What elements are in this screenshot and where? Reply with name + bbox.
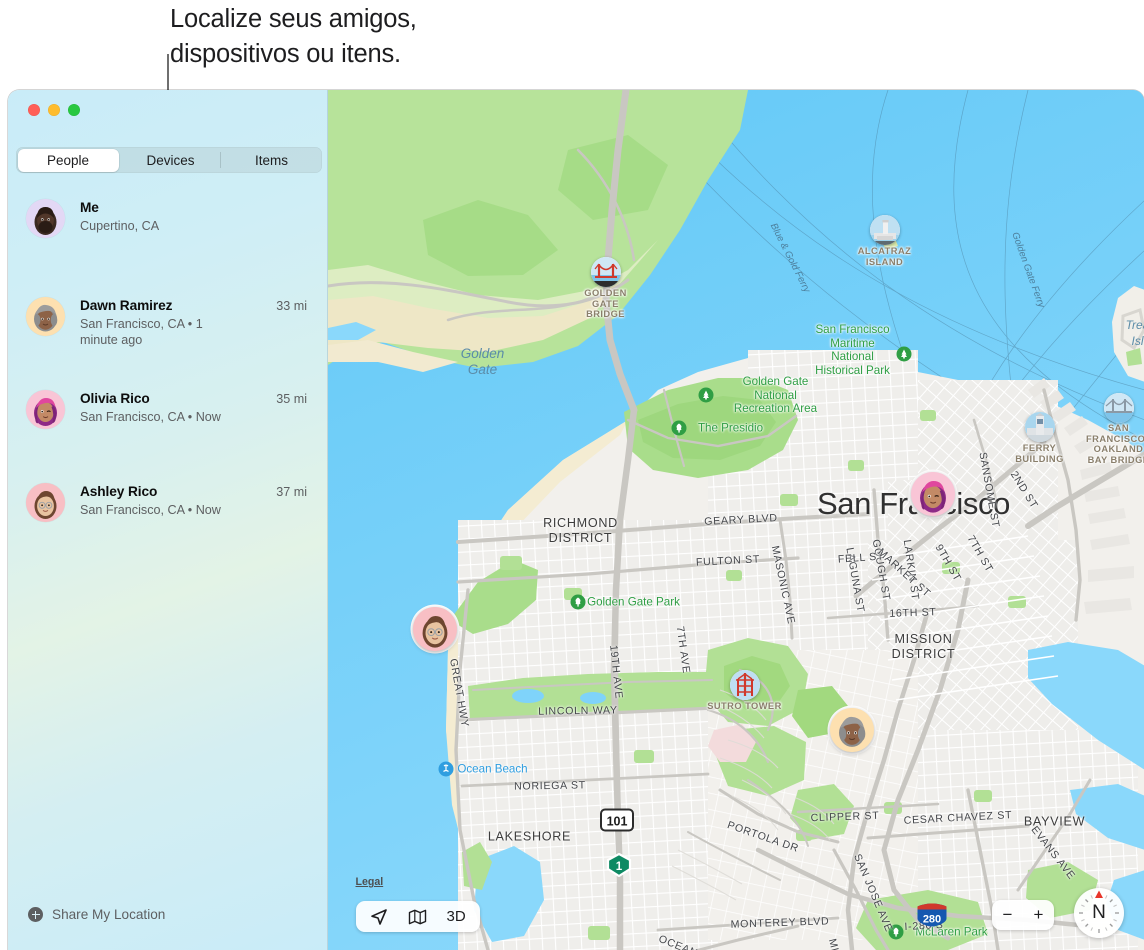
list-item[interactable]: Olivia Rico San Francisco, CA • Now 35 m…	[8, 380, 327, 456]
poi-bay-bridge[interactable]: SAN FRANCISCO– OAKLAND BAY BRIDGE	[1086, 393, 1144, 465]
avatar	[26, 199, 65, 238]
tab-items-label: Items	[254, 152, 288, 168]
map-canvas[interactable]: GOLDEN GATE BRIDGE ALCATRAZ ISLAND FERRY…	[327, 90, 1144, 950]
zoom-in-button[interactable]: +	[1034, 905, 1044, 925]
poi-ferry-building[interactable]: FERRY BUILDING	[1015, 412, 1063, 464]
avatar	[26, 483, 65, 522]
list-item[interactable]: Me Cupertino, CA	[8, 189, 327, 265]
compass-north-label: N	[1092, 902, 1106, 923]
navigation-arrow-icon[interactable]	[370, 908, 388, 926]
person-subtitle: Cupertino, CA	[80, 219, 160, 233]
minimize-button[interactable]	[48, 104, 60, 116]
find-my-window: People Devices Items Me Cupertino, CA Da…	[8, 90, 1144, 950]
legal-link[interactable]: Legal	[356, 876, 384, 888]
route-shield-i-280: 280	[915, 903, 948, 928]
zoom-button[interactable]	[68, 104, 80, 116]
person-subtitle: San Francisco, CA • Now	[80, 503, 221, 517]
person-distance: 37 mi	[276, 485, 307, 499]
golden-gate-bridge-icon	[590, 257, 621, 287]
three-d-toggle[interactable]: 3D	[447, 908, 466, 925]
plus-circle-icon	[28, 907, 43, 922]
avatar	[26, 297, 65, 336]
bay-bridge-icon	[1103, 393, 1134, 423]
poi-label: ALCATRAZ ISLAND	[857, 246, 912, 267]
window-traffic-lights	[28, 104, 80, 116]
tab-devices[interactable]: Devices	[120, 147, 221, 173]
close-button[interactable]	[28, 104, 40, 116]
poi-label: SUTRO TOWER	[707, 701, 782, 711]
person-subtitle: San Francisco, CA • Now	[80, 410, 221, 424]
tab-items[interactable]: Items	[221, 147, 322, 173]
ferry-building-icon	[1024, 412, 1055, 442]
map-marker-ashley-rico[interactable]	[412, 607, 457, 651]
share-my-location-button[interactable]: Share My Location	[28, 907, 165, 922]
tab-devices-label: Devices	[146, 152, 195, 168]
callout-line-2: dispositivos ou itens.	[170, 40, 401, 68]
people-list: Me Cupertino, CA Dawn Ramirez San Franci…	[8, 189, 327, 549]
avatar	[829, 708, 874, 752]
share-my-location-label: Share My Location	[52, 907, 166, 922]
poi-label: SAN FRANCISCO– OAKLAND BAY BRIDGE	[1086, 423, 1144, 465]
person-distance: 35 mi	[276, 392, 307, 406]
zoom-controls[interactable]: − +	[992, 900, 1054, 930]
person-distance: 33 mi	[276, 299, 307, 313]
poi-golden-gate-bridge[interactable]: GOLDEN GATE BRIDGE	[584, 257, 626, 319]
avatar	[412, 607, 457, 651]
route-shield-ca-1: 1	[606, 853, 632, 877]
compass-control[interactable]: N	[1074, 888, 1124, 938]
sutro-tower-icon	[729, 670, 760, 700]
alcatraz-lighthouse-icon	[869, 215, 900, 245]
list-item[interactable]: Ashley Rico San Francisco, CA • Now 37 m…	[8, 473, 327, 549]
tab-people[interactable]: People	[17, 148, 119, 172]
tab-people-label: People	[46, 152, 90, 168]
person-name: Me	[80, 200, 99, 215]
segmented-tabs[interactable]: People Devices Items	[16, 147, 322, 173]
route-shield-us-101: 101	[599, 808, 634, 832]
poi-sutro-tower[interactable]: SUTRO TOWER	[707, 670, 781, 711]
svg-text:1: 1	[615, 861, 622, 873]
svg-text:280: 280	[922, 914, 940, 926]
callout-text: Localize seus amigos, dispositivos ou it…	[170, 2, 630, 72]
map-marker-dawn-ramirez[interactable]	[829, 708, 874, 752]
list-item[interactable]: Dawn Ramirez San Francisco, CA • 1 minut…	[8, 287, 327, 363]
poi-label: FERRY BUILDING	[1015, 443, 1064, 464]
map-graphics	[327, 90, 1144, 950]
svg-text:101: 101	[606, 815, 627, 829]
avatar	[26, 390, 65, 429]
sidebar: People Devices Items Me Cupertino, CA Da…	[8, 90, 328, 950]
poi-alcatraz-island[interactable]: ALCATRAZ ISLAND	[858, 215, 911, 267]
map-mode-toolbar[interactable]: 3D	[355, 901, 480, 932]
zoom-out-button[interactable]: −	[1003, 905, 1013, 925]
map-fold-icon[interactable]	[408, 908, 427, 926]
avatar	[910, 472, 955, 516]
person-subtitle: San Francisco, CA • 1 minute ago	[80, 317, 203, 347]
poi-label: GOLDEN GATE BRIDGE	[584, 288, 627, 319]
map-marker-olivia-rico[interactable]	[910, 472, 955, 516]
callout-line-1: Localize seus amigos,	[170, 5, 417, 33]
